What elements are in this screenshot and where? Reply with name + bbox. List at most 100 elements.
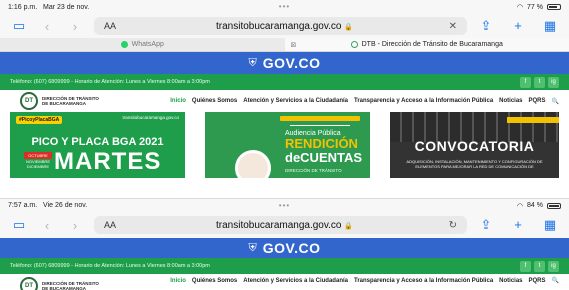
gov-shield-icon: ⛨	[248, 56, 257, 69]
banner-convocatoria[interactable]: CONVOCATORIA ADQUISICIÓN, INSTALACIÓN, M…	[390, 112, 559, 178]
cuentas-text: deCUENTAS	[285, 150, 363, 165]
search-icon[interactable]: 🔍	[552, 98, 559, 105]
facebook-icon[interactable]: f	[520, 260, 531, 272]
back-icon[interactable]: ‹	[38, 19, 56, 34]
twitter-icon[interactable]: t	[534, 260, 545, 272]
reader-aa-button[interactable]: AA	[104, 220, 126, 230]
menu-inicio[interactable]: Inicio	[170, 278, 186, 284]
url-text: transitobucaramanga.gov.co 🔒	[126, 21, 443, 32]
yellow-ribbon	[507, 117, 559, 123]
menu-transparencia[interactable]: Transparencia y Acceso a la Información …	[354, 98, 493, 104]
menu-atencion[interactable]: Atención y Servicios a la Ciudadanía	[243, 98, 348, 104]
tab-label: DTB - Dirección de Tránsito de Bucaraman…	[361, 41, 503, 48]
battery-percent: 77 %	[527, 3, 543, 11]
battery-percent: 84 %	[527, 202, 543, 209]
wifi-icon: ◠	[516, 4, 524, 11]
tab-label: WhatsApp	[131, 41, 164, 48]
menu-pqrs[interactable]: PQRS	[529, 278, 546, 284]
tab-bar: WhatsApp ⊠ DTB - Dirección de Tránsito d…	[0, 38, 569, 52]
contact-info: Teléfono: (607) 6809999 - Horario de Ate…	[10, 79, 210, 85]
reload-icon[interactable]: ↻	[443, 220, 457, 231]
tab-dtb[interactable]: ⊠ DTB - Dirección de Tránsito de Bucaram…	[284, 38, 569, 51]
tabs-overview-icon[interactable]: ▦	[541, 18, 559, 34]
site-logo[interactable]: DT DIRECCIÓN DE TRÁNSITO DE BUCARAMANGA	[20, 277, 102, 290]
close-tab-icon[interactable]: ⊠	[291, 41, 297, 49]
tab-whatsapp[interactable]: WhatsApp	[0, 38, 285, 51]
hero-banners: #PicoyPlacaBGA transitobucaramanga.gov.c…	[0, 112, 569, 178]
url-value: transitobucaramanga.gov.co	[216, 20, 342, 32]
sidebar-icon[interactable]: ▭	[10, 18, 28, 34]
months-text: NOVIEMBRE DICIEMBRE	[25, 159, 50, 169]
convocatoria-desc: ADQUISICIÓN, INSTALACIÓN, MANTENIMIENTO …	[406, 159, 543, 169]
person-photo	[235, 150, 271, 178]
logo-text: DIRECCIÓN DE TRÁNSITO DE BUCARAMANGA	[42, 281, 99, 290]
status-date: Mar 23 de nov.	[43, 3, 90, 11]
search-icon[interactable]: 🔍	[552, 277, 559, 284]
divider	[290, 125, 350, 126]
menu-noticias[interactable]: Noticias	[499, 98, 522, 104]
dtb-logo-icon: DT	[20, 277, 38, 290]
gov-shield-icon: ⛨	[248, 241, 257, 254]
menu-transparencia[interactable]: Transparencia y Acceso a la Información …	[354, 278, 493, 284]
facebook-icon[interactable]: f	[520, 76, 531, 88]
logo-text: DIRECCIÓN DE TRÁNSITO DE BUCARAMANGA	[42, 96, 99, 106]
share-icon[interactable]: ⇪	[477, 18, 495, 34]
new-tab-icon[interactable]: +	[509, 217, 527, 233]
browser-toolbar: ▭ ‹ › AA transitobucaramanga.gov.co 🔒 ✕ …	[0, 14, 569, 38]
multitask-dots[interactable]: •••	[279, 2, 290, 11]
menu-quienes-somos[interactable]: Quiénes Somos	[192, 98, 237, 104]
battery-icon	[547, 202, 561, 209]
new-tab-icon[interactable]: +	[509, 18, 527, 34]
gov-co-bar[interactable]: ⛨ GOV.CO	[0, 238, 569, 258]
banner-rendicion[interactable]: Audiencia Pública RENDICIÓN deCUENTAS DI…	[205, 112, 370, 178]
clear-icon[interactable]: ✕	[443, 21, 457, 32]
tabs-overview-icon[interactable]: ▦	[541, 217, 559, 233]
battery-icon	[547, 4, 561, 10]
gov-co-logo: GOV.CO	[262, 240, 321, 256]
forward-icon[interactable]: ›	[66, 218, 84, 233]
menu-atencion[interactable]: Atención y Servicios a la Ciudadanía	[243, 278, 348, 284]
status-time: 7:57 a.m.	[8, 202, 38, 209]
menu-pqrs[interactable]: PQRS	[529, 98, 546, 104]
forward-icon[interactable]: ›	[66, 19, 84, 34]
multitask-dots[interactable]: •••	[279, 201, 290, 210]
url-value: transitobucaramanga.gov.co	[216, 219, 342, 231]
menu-quienes-somos[interactable]: Quiénes Somos	[192, 278, 237, 284]
menu-noticias[interactable]: Noticias	[499, 278, 522, 284]
instagram-icon[interactable]: ig	[548, 76, 559, 88]
day-text: MARTES	[54, 148, 162, 175]
screenshot-bottom: 7:57 a.m. Vie 26 de nov. ••• ◠ 84 % ▭ ‹ …	[0, 198, 569, 290]
gov-co-bar[interactable]: ⛨ GOV.CO	[0, 52, 569, 74]
dtb-favicon-icon	[350, 41, 358, 48]
wifi-icon: ◠	[516, 202, 524, 210]
hashtag-label: #PicoyPlacaBGA	[16, 116, 63, 124]
month-badge: OCTUBRE	[24, 152, 52, 159]
twitter-icon[interactable]: t	[534, 76, 545, 88]
lock-icon: 🔒	[344, 23, 353, 31]
banner-title: PICO Y PLACA BGA 2021	[31, 136, 164, 148]
instagram-icon[interactable]: ig	[548, 260, 559, 272]
address-bar[interactable]: AA transitobucaramanga.gov.co 🔒 ✕	[94, 17, 467, 35]
lock-icon: 🔒	[344, 222, 353, 230]
share-icon[interactable]: ⇪	[477, 217, 495, 233]
info-bar: Teléfono: (607) 6809999 - Horario de Ate…	[0, 74, 569, 90]
gov-co-logo: GOV.CO	[262, 55, 321, 71]
address-bar[interactable]: AA transitobucaramanga.gov.co 🔒 ↻	[94, 216, 467, 234]
site-logo[interactable]: DT DIRECCIÓN DE TRÁNSITO DE BUCARAMANGA	[20, 92, 102, 110]
status-date: Vie 26 de nov.	[43, 202, 88, 209]
dtb-logo-icon: DT	[20, 92, 38, 110]
rendicion-text: RENDICIÓN	[285, 136, 358, 151]
menu-inicio[interactable]: Inicio	[170, 98, 186, 104]
info-bar: Teléfono: (607) 6809999 - Horario de Ate…	[0, 258, 569, 274]
site-nav: DT DIRECCIÓN DE TRÁNSITO DE BUCARAMANGA …	[0, 90, 569, 112]
url-text: transitobucaramanga.gov.co 🔒	[126, 220, 443, 231]
status-bar: 1:16 p.m. Mar 23 de nov. ••• ◠ 77 %	[0, 0, 569, 14]
sidebar-icon[interactable]: ▭	[10, 217, 28, 233]
back-icon[interactable]: ‹	[38, 218, 56, 233]
site-nav: DT DIRECCIÓN DE TRÁNSITO DE BUCARAMANGA …	[0, 274, 569, 290]
banner-pico-placa[interactable]: #PicoyPlacaBGA transitobucaramanga.gov.c…	[10, 112, 185, 178]
banner-brand: transitobucaramanga.gov.co	[122, 115, 179, 120]
browser-toolbar: ▭ ‹ › AA transitobucaramanga.gov.co 🔒 ↻ …	[0, 212, 569, 238]
main-menu: Inicio Quiénes Somos Atención y Servicio…	[170, 98, 559, 105]
reader-aa-button[interactable]: AA	[104, 21, 126, 31]
